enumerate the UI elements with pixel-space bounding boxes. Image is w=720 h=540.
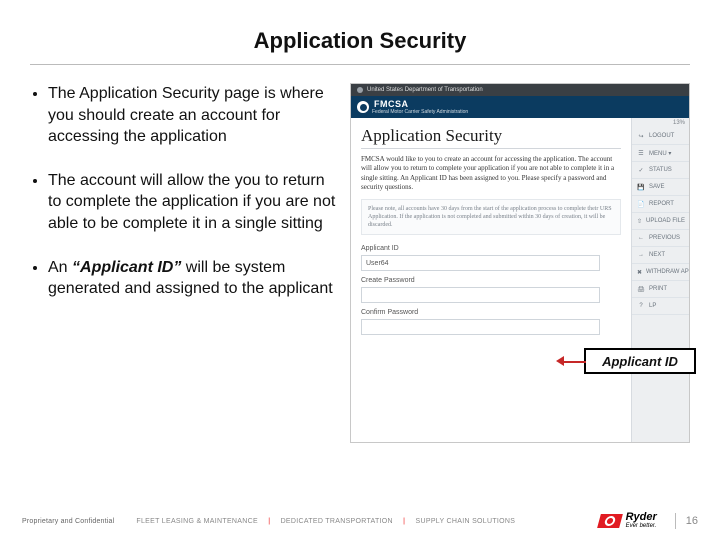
slide-title: Application Security — [30, 28, 690, 54]
fmcsa-subtitle: Federal Motor Carrier Safety Administrat… — [372, 109, 468, 115]
sidebar-item-next[interactable]: → NEXT — [632, 247, 689, 264]
separator-icon: | — [403, 518, 405, 525]
sidebar-label: LP — [649, 303, 656, 309]
sidebar-item-save[interactable]: 💾 SAVE — [632, 179, 689, 196]
slide: Application Security The Application Sec… — [0, 0, 720, 540]
browser-seal-icon — [357, 87, 363, 93]
heading-divider — [361, 148, 621, 149]
sidebar-label: REPORT — [649, 201, 674, 207]
brand-name: Ryder — [626, 513, 657, 522]
create-password-input[interactable] — [361, 287, 600, 303]
sidebar-label: WITHDRAW APP — [646, 269, 690, 275]
confirm-password-label: Confirm Password — [361, 309, 621, 316]
sidebar-label: MENU ▾ — [649, 150, 671, 157]
confidential-label: Proprietary and Confidential — [22, 518, 114, 525]
sidebar-label: STATUS — [649, 167, 672, 173]
report-icon: 📄 — [637, 200, 645, 208]
sidebar-item-previous[interactable]: ← PREVIOUS — [632, 230, 689, 247]
applicant-id-input[interactable] — [361, 255, 600, 271]
sidebar-item-logout[interactable]: ↪ LOGOUT — [632, 128, 689, 145]
service-3: SUPPLY CHAIN SOLUTIONS — [416, 518, 516, 525]
sidebar-label: UPLOAD FILE — [646, 218, 685, 224]
browser-chrome-bar: United States Department of Transportati… — [351, 84, 689, 96]
embedded-screenshot: United States Department of Transportati… — [350, 83, 690, 443]
bullet-text: An — [48, 259, 72, 276]
sidebar-item-help[interactable]: ? LP — [632, 298, 689, 315]
page-heading: Application Security — [361, 126, 621, 146]
callout-label: Applicant ID — [602, 354, 678, 369]
screenshot-main: Application Security FMCSA would like to… — [351, 118, 631, 442]
text-column: The Application Security page is where y… — [30, 83, 336, 443]
applicant-id-label: Applicant ID — [361, 245, 621, 252]
previous-icon: ← — [637, 234, 645, 242]
fmcsa-header: FMCSA Federal Motor Carrier Safety Admin… — [351, 96, 689, 118]
sidebar-item-print[interactable]: 🖨 PRINT — [632, 281, 689, 298]
ryder-brand: Ryder Ever better. — [599, 513, 657, 528]
withdraw-icon: ✖ — [637, 268, 642, 276]
sidebar-item-menu[interactable]: ☰ MENU ▾ — [632, 145, 689, 162]
applicant-id-callout: Applicant ID — [584, 348, 696, 374]
browser-title: United States Department of Transportati… — [367, 87, 483, 93]
upload-icon: ⇧ — [637, 217, 642, 225]
zoom-level: 13% — [632, 118, 689, 128]
sidebar-label: PREVIOUS — [649, 235, 680, 241]
brand-tagline: Ever better. — [626, 523, 657, 529]
sidebar-item-withdraw[interactable]: ✖ WITHDRAW APP — [632, 264, 689, 281]
logout-icon: ↪ — [637, 132, 645, 140]
fmcsa-title-block: FMCSA Federal Motor Carrier Safety Admin… — [374, 99, 468, 115]
note-box: Please note, all accounts have 30 days f… — [361, 199, 621, 235]
bullet-item: The account will allow the you to return… — [48, 170, 336, 235]
bullet-item: The Application Security page is where y… — [48, 83, 336, 148]
sidebar-label: NEXT — [649, 252, 665, 258]
sidebar-label: LOGOUT — [649, 133, 674, 139]
sidebar-item-report[interactable]: 📄 REPORT — [632, 196, 689, 213]
intro-paragraph: FMCSA would like to you to create an acc… — [361, 155, 621, 193]
slide-footer: Proprietary and Confidential FLEET LEASI… — [0, 510, 720, 532]
confirm-password-input[interactable] — [361, 319, 600, 335]
screenshot-sidebar: 13% ↪ LOGOUT ☰ MENU ▾ ✓ STATUS 💾 SAVE 📄 REPOR… — [631, 118, 689, 442]
separator-icon: | — [268, 518, 270, 525]
page-divider — [675, 513, 676, 529]
bullet-item: An “Applicant ID” will be system generat… — [48, 257, 336, 300]
screenshot-content: Application Security FMCSA would like to… — [351, 118, 689, 442]
menu-icon: ☰ — [637, 149, 645, 157]
ryder-text-block: Ryder Ever better. — [626, 513, 657, 528]
service-1: FLEET LEASING & MAINTENANCE — [136, 518, 258, 525]
sidebar-item-upload[interactable]: ⇧ UPLOAD FILE — [632, 213, 689, 230]
print-icon: 🖨 — [637, 285, 645, 293]
slide-body: The Application Security page is where y… — [30, 83, 690, 443]
save-icon: 💾 — [637, 183, 645, 191]
help-icon: ? — [637, 302, 645, 310]
service-2: DEDICATED TRANSPORTATION — [281, 518, 393, 525]
title-divider — [30, 64, 690, 65]
sidebar-item-status[interactable]: ✓ STATUS — [632, 162, 689, 179]
bullet-list: The Application Security page is where y… — [30, 83, 336, 300]
ryder-logo-icon — [597, 514, 623, 528]
sidebar-label: PRINT — [649, 286, 667, 292]
create-password-label: Create Password — [361, 277, 621, 284]
next-icon: → — [637, 251, 645, 259]
fmcsa-acronym: FMCSA — [374, 99, 468, 109]
fmcsa-logo-icon — [357, 101, 369, 113]
status-icon: ✓ — [637, 166, 645, 174]
bullet-emphasis: “Applicant ID” — [72, 259, 181, 276]
screenshot-column: United States Department of Transportati… — [350, 83, 690, 443]
page-number: 16 — [686, 515, 698, 527]
services-line: FLEET LEASING & MAINTENANCE | DEDICATED … — [136, 518, 598, 525]
sidebar-label: SAVE — [649, 184, 665, 190]
